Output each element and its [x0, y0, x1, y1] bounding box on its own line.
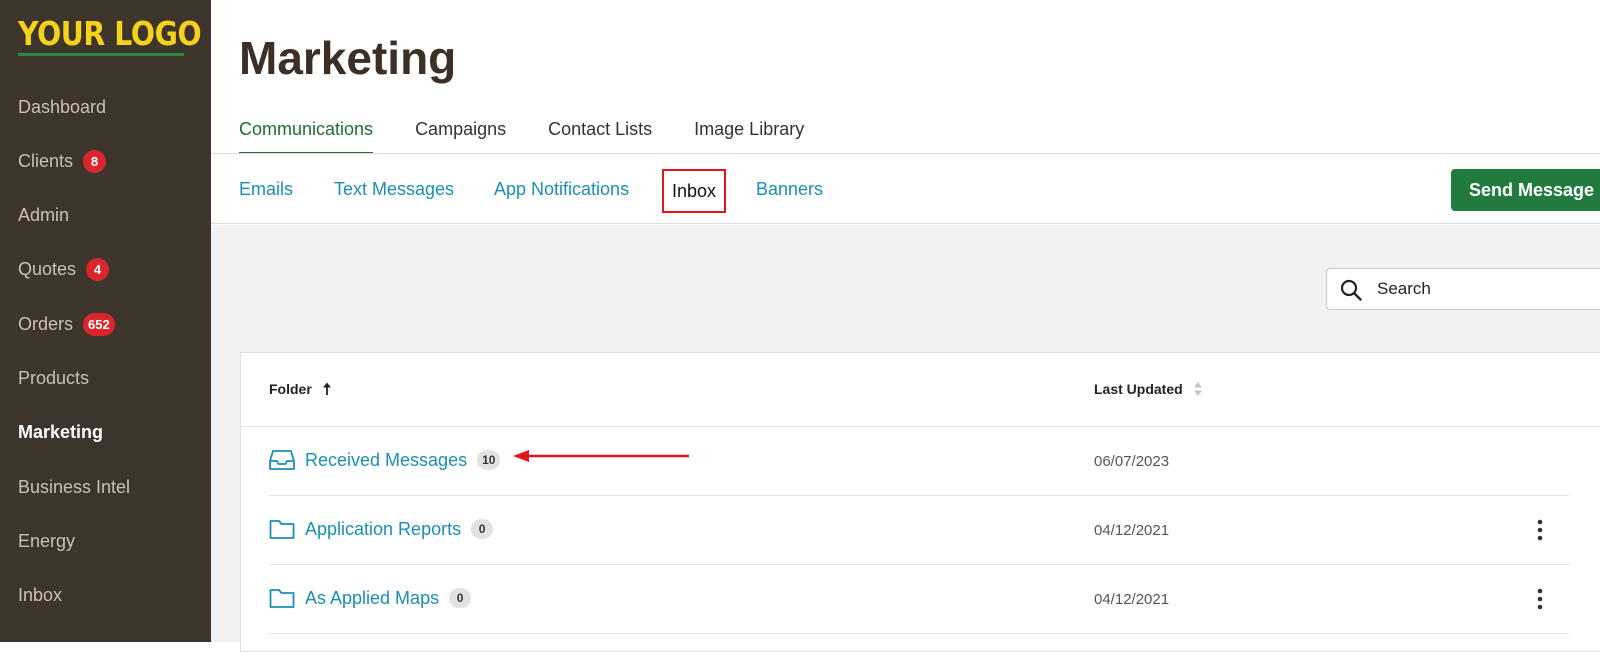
folders-table: Folder Last Updated Received Messages 10… — [240, 352, 1600, 652]
tab-contact-lists[interactable]: Contact Lists — [548, 116, 652, 154]
folder-name-link[interactable]: Application Reports — [305, 519, 461, 540]
content-area: Folder Last Updated — [211, 225, 1600, 652]
sidebar-item-products[interactable]: Products — [18, 363, 89, 393]
count-badge: 10 — [477, 450, 501, 470]
tab-communications[interactable]: Communications — [239, 116, 374, 154]
folder-icon — [269, 520, 295, 539]
more-options-icon[interactable] — [1532, 518, 1548, 542]
sidebar-item-inbox[interactable]: Inbox — [18, 580, 62, 610]
folder-name-link[interactable]: Received Messages — [305, 450, 467, 471]
subtab-banners[interactable]: Banners — [756, 172, 823, 206]
sort-icon — [1193, 382, 1202, 396]
sidebar-item-dashboard[interactable]: Dashboard — [18, 92, 106, 122]
send-message-button[interactable]: Send Message — [1451, 169, 1600, 211]
sidebar-item-label: Business Intel — [18, 476, 131, 497]
sidebar-item-label: Orders — [18, 313, 74, 334]
folder-icon — [269, 589, 295, 608]
count-badge: 0 — [449, 588, 472, 608]
column-header-label: Folder — [269, 381, 312, 397]
logo[interactable]: YOUR LOGO — [18, 14, 202, 54]
folder-name-link[interactable]: As Applied Maps — [305, 588, 439, 609]
sidebar-item-label: Products — [18, 367, 90, 388]
folder-cell[interactable]: Received Messages 10 — [269, 449, 501, 471]
annotation-arrow-icon — [513, 450, 689, 462]
sidebar-item-clients[interactable]: Clients 8 — [18, 146, 107, 176]
row-divider — [269, 633, 1569, 634]
last-updated-date: 04/12/2021 — [1094, 591, 1170, 608]
column-header-label: Last Updated — [1094, 381, 1183, 397]
page-title: Marketing — [239, 32, 457, 84]
table-row: As Applied Maps 0 04/12/2021 — [241, 565, 1600, 634]
secondary-tabs: Emails Text Messages App Notifications I… — [211, 154, 1600, 224]
subtab-text-messages[interactable]: Text Messages — [334, 172, 454, 206]
last-updated-date: 04/12/2021 — [1094, 522, 1170, 539]
search-input[interactable] — [1375, 269, 1600, 309]
more-options-icon[interactable] — [1532, 587, 1548, 611]
count-badge: 8 — [83, 149, 107, 173]
count-badge: 4 — [86, 257, 110, 281]
count-badge: 652 — [83, 312, 115, 336]
sidebar-item-quotes[interactable]: Quotes 4 — [18, 254, 110, 284]
subtab-inbox[interactable]: Inbox — [662, 169, 727, 213]
tab-image-library[interactable]: Image Library — [694, 116, 804, 154]
table-row: Received Messages 10 06/07/2023 — [241, 427, 1600, 496]
tab-campaigns[interactable]: Campaigns — [415, 116, 506, 154]
search-icon — [1340, 279, 1362, 301]
sidebar-item-business-intel[interactable]: Business Intel — [18, 472, 130, 502]
sidebar-item-label: Inbox — [18, 584, 63, 605]
sort-ascending-icon — [322, 382, 331, 395]
sidebar-item-admin[interactable]: Admin — [18, 200, 69, 230]
sidebar-item-energy[interactable]: Energy — [18, 526, 75, 556]
primary-tabs: Communications Campaigns Contact Lists I… — [239, 116, 846, 154]
last-updated-date: 06/07/2023 — [1094, 453, 1170, 470]
count-badge: 0 — [471, 519, 494, 539]
search-box[interactable] — [1326, 268, 1600, 310]
logo-underline — [18, 53, 184, 56]
sidebar-item-label: Quotes — [18, 258, 77, 279]
subtab-emails[interactable]: Emails — [239, 172, 293, 206]
sidebar-item-label: Admin — [18, 204, 70, 225]
sidebar-item-label: Marketing — [18, 421, 104, 442]
inbox-tray-icon — [269, 450, 295, 470]
folder-cell[interactable]: As Applied Maps 0 — [269, 587, 472, 609]
sidebar-item-marketing[interactable]: Marketing — [18, 417, 103, 447]
main-area: Marketing Communications Campaigns Conta… — [211, 0, 1600, 652]
table-row: Application Reports 0 04/12/2021 — [241, 496, 1600, 565]
sidebar-item-label: Clients — [18, 150, 74, 171]
column-header-last-updated[interactable]: Last Updated — [1094, 381, 1204, 397]
sidebar-item-label: Dashboard — [18, 96, 107, 117]
sidebar: YOUR LOGO Dashboard Clients 8 Admin Quot… — [0, 0, 211, 642]
folder-cell[interactable]: Application Reports 0 — [269, 518, 494, 540]
sidebar-item-orders[interactable]: Orders 652 — [18, 309, 115, 339]
sidebar-item-label: Energy — [18, 530, 76, 551]
column-header-folder[interactable]: Folder — [269, 381, 334, 397]
subtab-app-notifications[interactable]: App Notifications — [494, 172, 629, 206]
